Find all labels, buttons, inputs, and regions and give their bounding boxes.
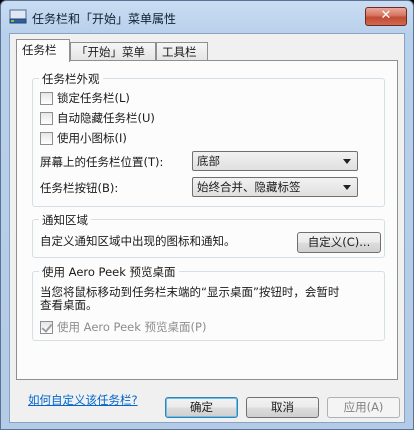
location-dropdown[interactable]: 底部: [192, 151, 358, 171]
aero-peek-option[interactable]: 使用 Aero Peek 预览桌面(P): [40, 319, 206, 335]
dialog-client: 任务栏 「开始」菜单 工具栏 任务栏外观 锁定任务栏(L) 自动隐藏任务栏(U)…: [9, 33, 405, 423]
notification-area-group: 通知区域 自定义通知区域中出现的图标和通知。 自定义(C)...: [32, 212, 385, 258]
ok-button[interactable]: 确定: [165, 397, 238, 418]
autohide-label: 自动隐藏任务栏(U): [57, 111, 155, 125]
small-icons-checkbox[interactable]: [40, 131, 53, 145]
aero-peek-checkbox[interactable]: [40, 320, 53, 334]
chevron-down-icon: [343, 159, 351, 164]
tab-taskbar[interactable]: 任务栏: [16, 39, 70, 62]
help-link[interactable]: 如何自定义该任务栏?: [28, 392, 138, 408]
window-title: 任务栏和「开始」菜单属性: [32, 12, 177, 26]
location-value: 底部: [197, 154, 220, 168]
location-label: 屏幕上的任务栏位置(T):: [40, 155, 164, 169]
notification-description: 自定义通知区域中出现的图标和通知。: [40, 234, 236, 248]
group-title-notification: 通知区域: [39, 212, 91, 228]
peek-description-line2: 查看桌面。: [40, 298, 98, 312]
cancel-button[interactable]: 取消: [246, 397, 319, 418]
aero-peek-label: 使用 Aero Peek 预览桌面(P): [57, 320, 207, 334]
lock-taskbar-label: 锁定任务栏(L): [57, 91, 130, 105]
tab-toolbars[interactable]: 工具栏: [156, 42, 208, 61]
small-icons-option[interactable]: 使用小图标(I): [40, 130, 127, 146]
group-title-peek: 使用 Aero Peek 预览桌面: [39, 264, 179, 280]
close-button[interactable]: ✕: [365, 7, 407, 26]
apply-button[interactable]: 应用(A): [327, 397, 400, 418]
autohide-checkbox[interactable]: [40, 111, 53, 125]
taskbar-buttons-label: 任务栏按钮(B):: [40, 181, 119, 195]
properties-window: 任务栏和「开始」菜单属性 ✕ 任务栏 「开始」菜单 工具栏 任务栏外观 锁定任务…: [0, 0, 414, 430]
group-title-appearance: 任务栏外观: [39, 71, 103, 87]
close-icon: ✕: [380, 8, 392, 23]
taskbar-app-icon: [9, 9, 27, 24]
taskbar-appearance-group: 任务栏外观 锁定任务栏(L) 自动隐藏任务栏(U) 使用小图标(I) 屏幕上的任…: [32, 71, 385, 207]
autohide-option[interactable]: 自动隐藏任务栏(U): [40, 110, 155, 126]
title-bar[interactable]: 任务栏和「开始」菜单属性 ✕: [1, 1, 413, 33]
tab-panel: 任务栏外观 锁定任务栏(L) 自动隐藏任务栏(U) 使用小图标(I) 屏幕上的任…: [16, 60, 398, 380]
lock-taskbar-checkbox[interactable]: [40, 91, 53, 105]
taskbar-buttons-value: 始终合并、隐藏标签: [197, 180, 301, 194]
lock-taskbar-option[interactable]: 锁定任务栏(L): [40, 90, 130, 106]
small-icons-label: 使用小图标(I): [57, 131, 127, 145]
chevron-down-icon: [343, 185, 351, 190]
taskbar-buttons-dropdown[interactable]: 始终合并、隐藏标签: [192, 177, 358, 197]
customize-button[interactable]: 自定义(C)...: [297, 232, 381, 253]
tab-start-menu[interactable]: 「开始」菜单: [70, 42, 156, 61]
aero-peek-group: 使用 Aero Peek 预览桌面 当您将鼠标移动到任务栏末端的“显示桌面”按钮…: [32, 264, 385, 341]
